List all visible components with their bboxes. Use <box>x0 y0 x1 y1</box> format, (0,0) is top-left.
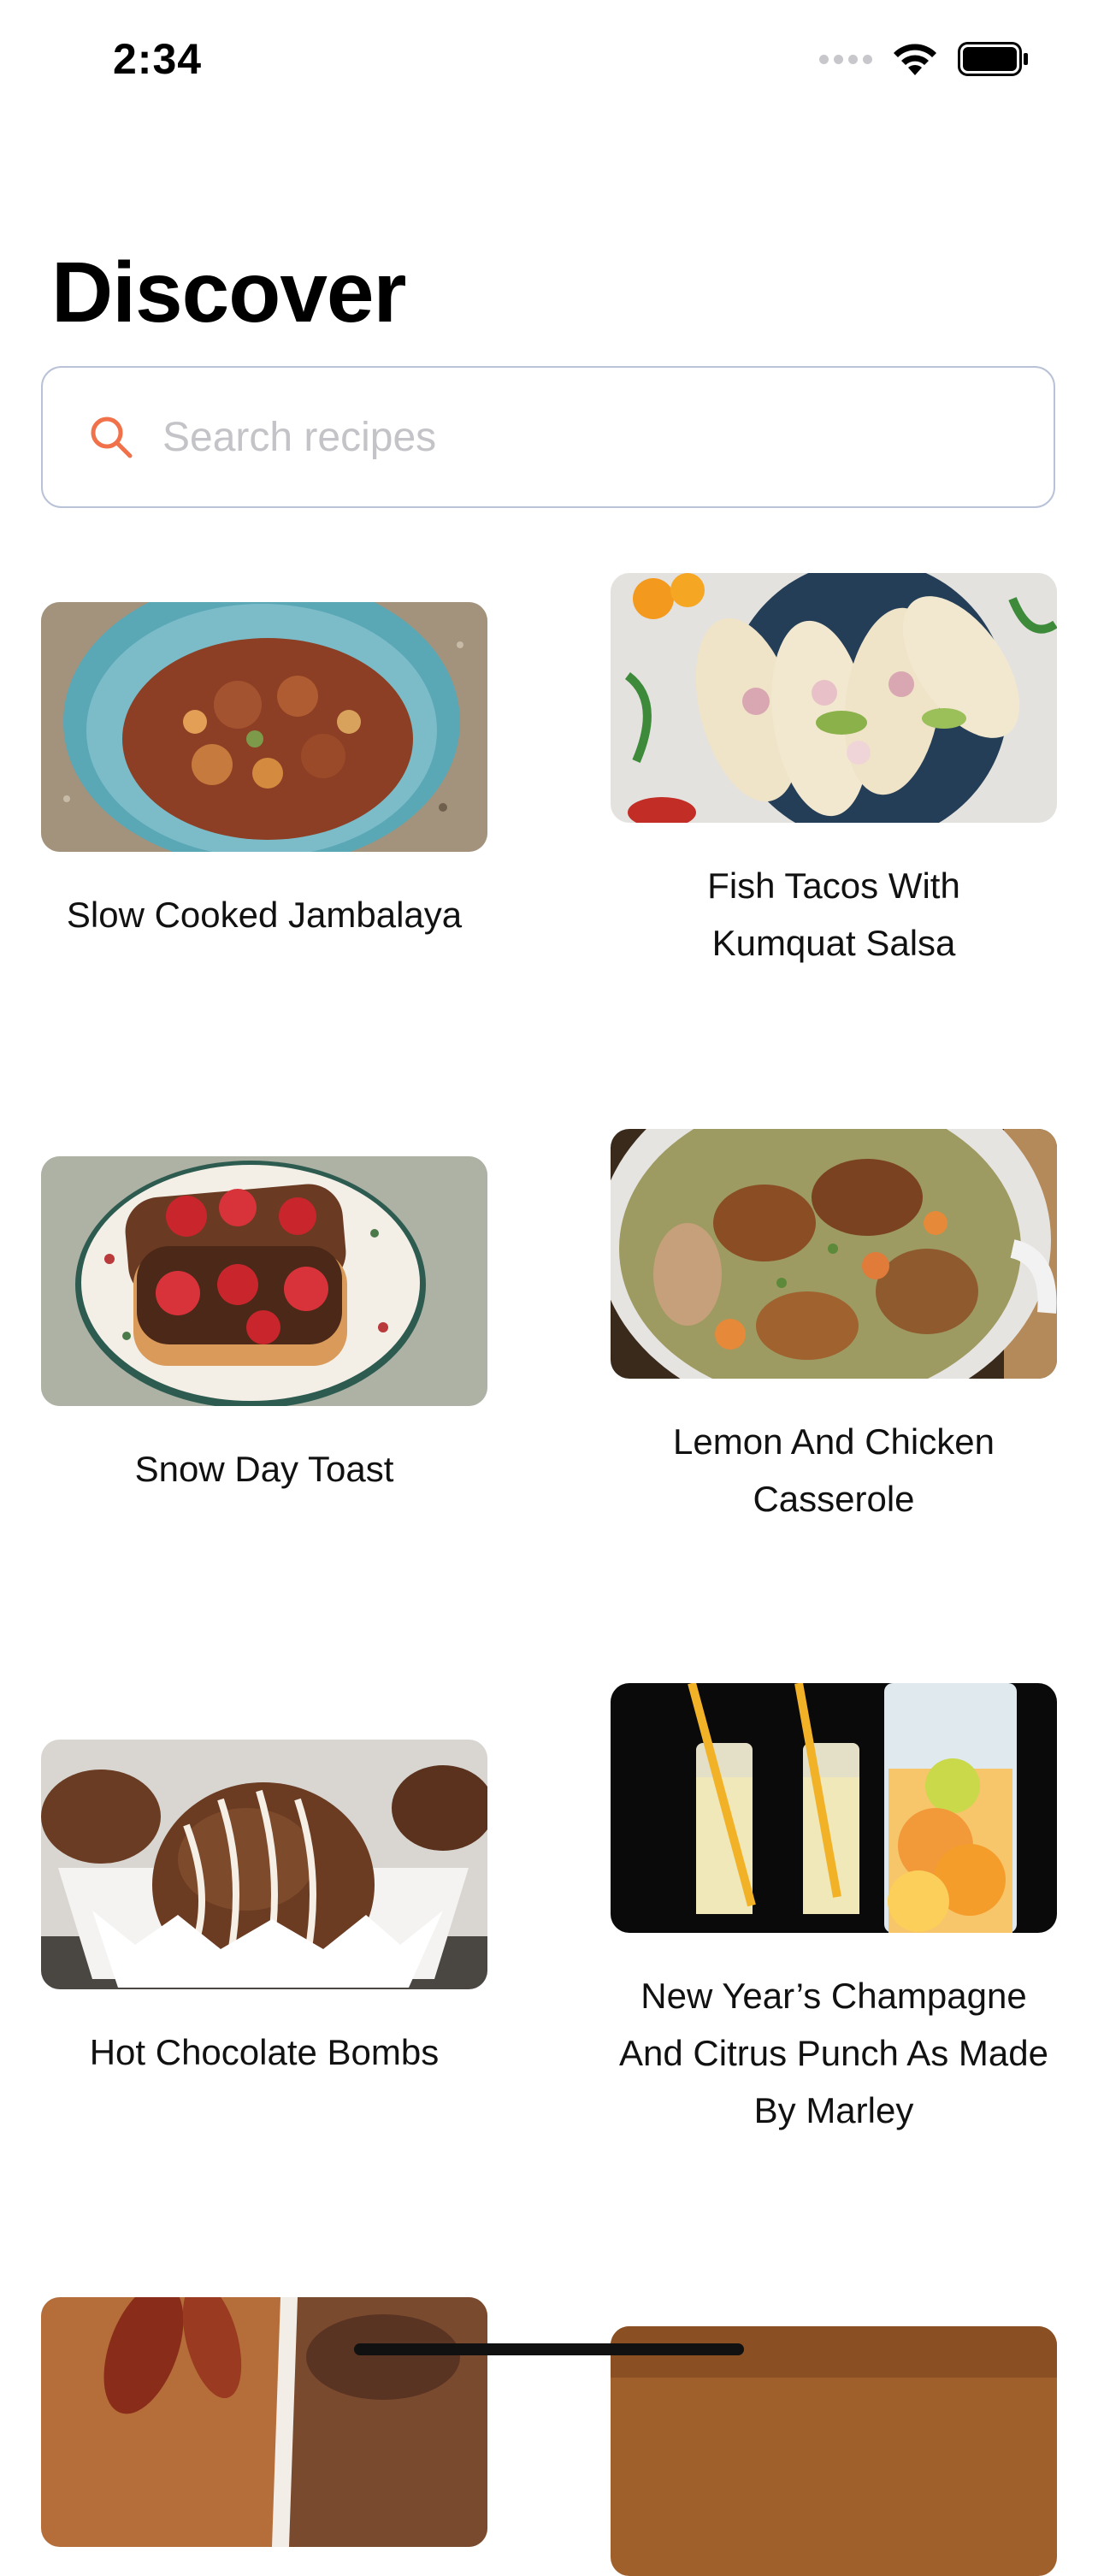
recipe-card[interactable]: Slow Cooked Jambalaya <box>41 602 487 943</box>
recipe-image-lemon-chicken[interactable] <box>611 1129 1057 1379</box>
home-indicator[interactable] <box>354 2343 744 2355</box>
recipe-card[interactable]: Lemon And Chicken Casserole <box>611 1129 1057 1527</box>
recipe-image-fish-tacos[interactable] <box>611 573 1057 823</box>
recipe-card[interactable]: Snow Day Toast <box>41 1156 487 1498</box>
recipe-card[interactable]: Fish Tacos With Kumquat Salsa <box>611 573 1057 972</box>
status-icons <box>819 41 1030 77</box>
recipe-title[interactable]: Hot Chocolate Bombs <box>41 2024 487 2081</box>
status-bar: 2:34 <box>0 0 1098 120</box>
search-icon <box>91 417 133 458</box>
search-bar[interactable] <box>41 366 1055 508</box>
recipe-card-partial[interactable] <box>611 2326 1057 2576</box>
recipe-card[interactable]: Hot Chocolate Bombs <box>41 1740 487 2081</box>
battery-icon <box>958 42 1028 76</box>
cellular-signal-icon <box>819 54 872 64</box>
wifi-icon <box>894 44 936 75</box>
recipe-image-snow-day-toast[interactable] <box>41 1156 487 1406</box>
recipe-title[interactable]: Fish Tacos With Kumquat Salsa <box>611 857 1057 972</box>
recipe-image-partial-right[interactable] <box>611 2326 1057 2576</box>
recipe-title[interactable]: Lemon And Chicken Casserole <box>611 1413 1057 1527</box>
search-input[interactable] <box>161 412 1019 462</box>
recipe-title[interactable]: New Year’s Champagne And Citrus Punch As… <box>611 1967 1057 2139</box>
status-time: 2:34 <box>113 35 203 83</box>
page-title: Discover <box>51 245 406 340</box>
recipe-image-partial-left[interactable] <box>41 2297 487 2547</box>
recipe-card[interactable]: New Year’s Champagne And Citrus Punch As… <box>611 1683 1057 2139</box>
recipe-image-jambalaya[interactable] <box>41 602 487 852</box>
recipe-image-hot-chocolate-bombs[interactable] <box>41 1740 487 1989</box>
recipe-card-partial[interactable] <box>41 2297 487 2547</box>
recipe-title[interactable]: Slow Cooked Jambalaya <box>41 886 487 943</box>
recipe-image-champagne-punch[interactable] <box>611 1683 1057 1933</box>
recipe-title[interactable]: Snow Day Toast <box>41 1440 487 1498</box>
